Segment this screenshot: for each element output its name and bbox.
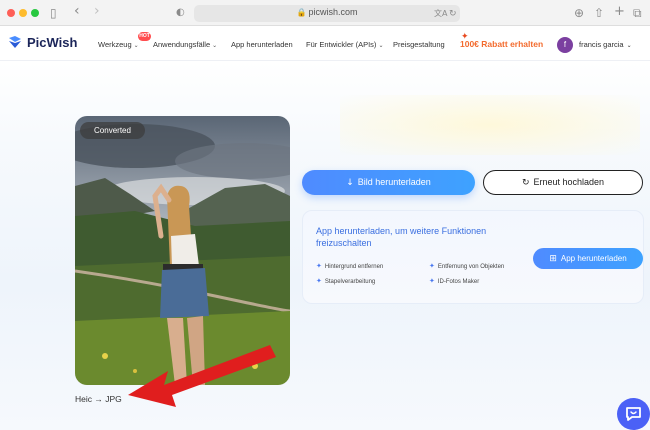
nav-app-herunterladen[interactable]: App herunterladen (231, 40, 293, 49)
back-icon[interactable]: ‹ (74, 3, 80, 19)
refresh-icon: ↻ (521, 178, 530, 188)
feature-label: Stapelverarbeitung (324, 279, 376, 285)
tabs-overview-icon[interactable]: ⧉ (633, 5, 642, 21)
minimize-window-button[interactable] (19, 9, 27, 17)
sidebar-toggle-icon[interactable]: ▯ (50, 5, 57, 21)
picwish-logo-icon[interactable] (8, 35, 22, 49)
feature-label: Entfernung von Objekten (437, 264, 505, 270)
shield-icon[interactable]: ◐ (176, 5, 185, 21)
zoom-window-button[interactable] (31, 9, 39, 17)
user-menu[interactable]: francis garcia ⌄ (579, 40, 632, 49)
brand-name[interactable]: PicWish (27, 35, 77, 50)
nav-label: Preisgestaltung (393, 40, 445, 49)
red-annotation-arrow-icon (128, 345, 276, 407)
download-icon: ↓ (346, 178, 354, 188)
app-grid-icon: ⊞ (549, 254, 557, 264)
chat-bubble-icon (626, 407, 641, 421)
sparkle-icon: ✦ (316, 262, 322, 270)
forward-icon[interactable]: › (94, 3, 100, 19)
nav-werkzeug[interactable]: Werkzeug ⌄ (98, 40, 139, 49)
lock-icon: 🔒 (296, 8, 307, 17)
sparkle-icon: ✦ (429, 277, 435, 285)
app-download-button[interactable]: ⊞ App herunterladen (533, 248, 643, 269)
chevron-down-icon: ⌄ (212, 43, 218, 49)
close-window-button[interactable] (7, 9, 15, 17)
sparkle-icon: ✦ (429, 262, 435, 270)
download-label: Bild herunterladen (357, 177, 431, 187)
nav-anwendungsfaelle[interactable]: Anwendungsfälle ⌄ (153, 40, 217, 49)
reupload-label: Erneut hochladen (533, 177, 605, 187)
chevron-down-icon: ⌄ (626, 43, 632, 49)
feature-item: ✦ Entfernung von Objekten (429, 262, 504, 270)
converted-badge: Converted (80, 122, 145, 139)
browser-toolbar: ▯ ‹ › ◐ 🔒 picwish.com 文A ↻ ⊕ ⇧ + ⧉ (0, 0, 650, 26)
download-icon[interactable]: ⊕ (574, 5, 584, 21)
feature-item: ✦ Stapelverarbeitung (316, 277, 375, 285)
reload-icon[interactable]: ↻ (449, 6, 457, 22)
decorative-glow (340, 95, 640, 155)
nav-fuer-entwickler[interactable]: Für Entwickler (APIs) ⌄ (306, 40, 383, 49)
app-download-label: App herunterladen (560, 254, 627, 263)
chevron-down-icon: ⌄ (133, 43, 139, 49)
app-promo-card: App herunterladen, um weitere Funktionen… (302, 210, 644, 304)
address-bar[interactable]: 🔒 picwish.com 文A ↻ (194, 5, 460, 22)
sparkle-icon: ✦ (316, 277, 322, 285)
nav-label: Werkzeug (98, 40, 132, 49)
feature-label: ID-Fotos Maker (437, 279, 480, 285)
chat-support-button[interactable] (617, 398, 650, 430)
promo-link[interactable]: 100€ Rabatt erhalten (460, 39, 543, 49)
conversion-caption: Heic → JPG (75, 394, 122, 404)
chevron-down-icon: ⌄ (378, 43, 384, 49)
nav-label: Für Entwickler (APIs) (306, 40, 377, 49)
feature-item: ✦ Hintergrund entfernen (316, 262, 383, 270)
user-name: francis garcia (579, 40, 624, 49)
app-promo-title: App herunterladen, um weitere Funktionen… (316, 226, 487, 248)
url-text: picwish.com (308, 7, 358, 17)
feature-item: ✦ ID-Fotos Maker (429, 277, 479, 285)
feature-label: Hintergrund entfernen (324, 264, 384, 270)
translate-icon[interactable]: 文A (434, 6, 447, 22)
new-tab-icon[interactable]: + (614, 4, 625, 20)
nav-label: Anwendungsfälle (153, 40, 211, 49)
nav-preisgestaltung[interactable]: Preisgestaltung (393, 40, 445, 49)
reupload-button[interactable]: ↻ Erneut hochladen (483, 170, 643, 195)
avatar[interactable]: f (557, 37, 573, 53)
nav-label: App herunterladen (231, 40, 293, 49)
hot-badge: HOT (138, 32, 151, 41)
download-image-button[interactable]: ↓ Bild herunterladen (302, 170, 475, 195)
share-icon[interactable]: ⇧ (594, 5, 604, 21)
site-header: PicWish HOT Werkzeug ⌄ Anwendungsfälle ⌄ A… (0, 27, 650, 61)
